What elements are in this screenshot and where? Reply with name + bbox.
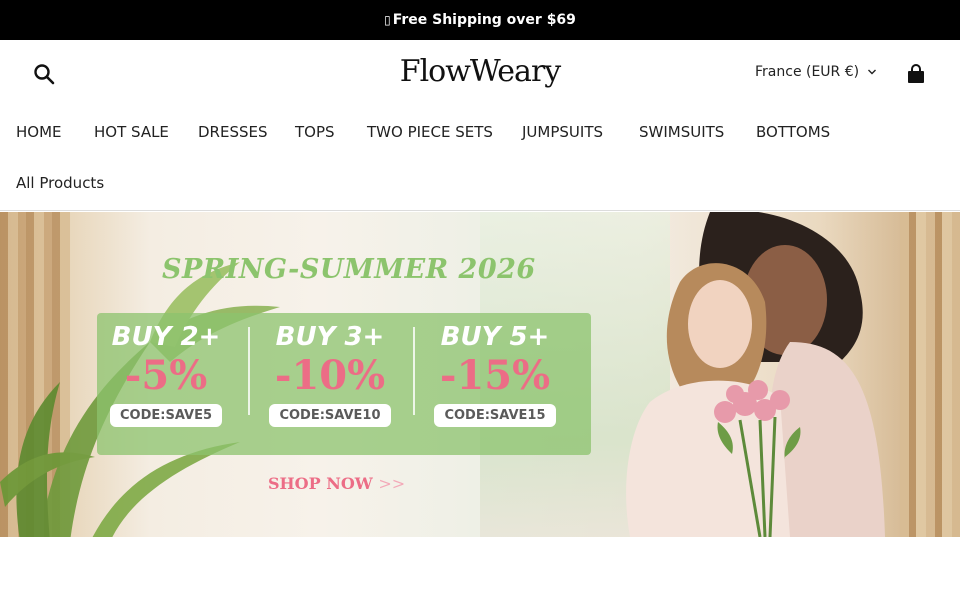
tier-code: CODE:SAVE10 (269, 404, 391, 427)
tier-discount: -10% (274, 352, 386, 399)
nav-item-hot-sale[interactable]: HOT SALE (94, 123, 169, 141)
shopping-bag-icon (908, 64, 924, 83)
nav-item-two-piece-sets[interactable]: TWO PIECE SETS (367, 123, 493, 141)
announcement-text: Free Shipping over $69 (392, 12, 576, 28)
currency-label: France (EUR €) (755, 64, 860, 80)
promo-title: SPRING-SUMMER 2026 (162, 254, 536, 285)
gift-icon: ▯ (384, 13, 391, 27)
nav-item-tops[interactable]: TOPS (295, 123, 335, 141)
site-header: FlowWeary France (EUR €) (0, 40, 960, 108)
nav-item-all-products[interactable]: All Products (16, 174, 104, 192)
models-photo (626, 212, 885, 537)
hero-banner[interactable]: SPRING-SUMMER 2026 BUY 2+ -5% CODE:SAVE5… (0, 212, 960, 537)
shop-now-link[interactable]: SHOP NOW >> (268, 474, 405, 493)
tier-divider (413, 327, 415, 415)
tier-discount: -15% (439, 352, 551, 399)
promo-tier-2: BUY 3+ -10% CODE:SAVE10 (255, 322, 405, 427)
cart-button[interactable] (905, 63, 927, 85)
promo-tier-3: BUY 5+ -15% CODE:SAVE15 (420, 322, 570, 427)
tier-buy-label: BUY 5+ (440, 322, 550, 352)
tier-code: CODE:SAVE5 (110, 404, 222, 427)
tier-buy-label: BUY 3+ (275, 322, 385, 352)
promo-tier-1: BUY 2+ -5% CODE:SAVE5 (91, 322, 241, 427)
nav-item-jumpsuits[interactable]: JUMPSUITS (522, 123, 603, 141)
tier-discount: -5% (124, 352, 208, 399)
tier-code: CODE:SAVE15 (434, 404, 556, 427)
announcement-bar: ▯ Free Shipping over $69 (0, 0, 960, 40)
chevron-down-icon (868, 69, 877, 75)
nav-item-dresses[interactable]: DRESSES (198, 123, 268, 141)
tier-buy-label: BUY 2+ (111, 322, 221, 352)
nav-item-home[interactable]: HOME (16, 123, 62, 141)
main-navigation: HOME HOT SALE DRESSES TOPS TWO PIECE SET… (0, 108, 960, 211)
nav-item-swimsuits[interactable]: SWIMSUITS (639, 123, 724, 141)
nav-item-bottoms[interactable]: BOTTOMS (756, 123, 830, 141)
currency-selector[interactable]: France (EUR €) (755, 64, 877, 80)
shop-now-label: SHOP NOW (268, 474, 373, 493)
shop-now-arrows: >> (378, 474, 406, 493)
tier-divider (248, 327, 250, 415)
